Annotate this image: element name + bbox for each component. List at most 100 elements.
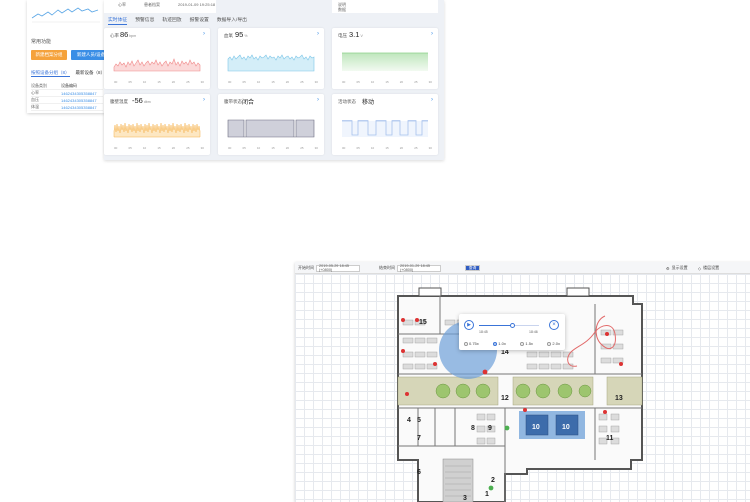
activity-status-chart [342, 120, 428, 137]
section-title: 常用功能 [31, 39, 52, 45]
tick-label: 20 [171, 146, 176, 150]
tab-data-import-export[interactable]: 数据导入/导出 [217, 16, 247, 25]
metric-value: 移动 [362, 100, 375, 106]
heart-rate-card[interactable]: 心率 86bpm › 00 05 10 15 20 25 30 [104, 28, 210, 89]
room-label: 13 [615, 395, 623, 402]
speed-option[interactable]: 2.0x [547, 341, 560, 346]
chevron-right-icon[interactable]: › [431, 31, 433, 37]
new-device-button[interactable]: 新建人员/设备 [71, 50, 105, 60]
metric-label: 血氧 [224, 33, 233, 38]
tick-label: 30 [200, 80, 204, 84]
x-axis-ticks: 00 05 10 15 20 25 30 [342, 80, 432, 84]
speed-option[interactable]: 1.5x [520, 341, 533, 346]
room-label: 6 [417, 469, 421, 476]
floor-settings-button[interactable]: ◇ 楼层设置 [698, 265, 719, 271]
tick-label: 00 [342, 80, 346, 84]
tick-label: 25 [414, 146, 418, 150]
belt-status-chart [227, 119, 315, 138]
table-row[interactable]: 心率 1462434305358847 [31, 90, 103, 97]
display-settings-button[interactable]: ⚙ 显示设置 [666, 265, 688, 271]
tick-label: 00 [114, 80, 118, 84]
play-icon[interactable]: ▶ [464, 320, 474, 330]
end-time-input[interactable]: 2019-01-29 18:45 (+0800) [397, 264, 441, 272]
spo2-card[interactable]: 血氧 95% › 00 05 10 15 20 25 30 [218, 28, 324, 89]
tick-label: 25 [300, 146, 304, 150]
voltage-chart [342, 52, 428, 71]
metric-value: 95% [235, 30, 248, 39]
chevron-right-icon[interactable]: › [317, 97, 319, 103]
close-icon[interactable]: × [549, 320, 559, 330]
playback-progress [479, 325, 512, 326]
gear-icon: ⚙ [666, 265, 670, 271]
new-group-button[interactable]: 新建档案分组 [31, 50, 67, 60]
playback-handle[interactable] [509, 323, 515, 328]
metric-value: 闭合 [242, 100, 255, 106]
tab-alarm-settings[interactable]: 报警设置 [190, 16, 209, 25]
end-time-field: 结束时间 2019-01-29 18:45 (+0800) [379, 264, 441, 272]
table-cell: 心率 [31, 90, 39, 95]
activity-status-card[interactable]: 活动状态 移动 › 00 05 10 15 20 25 30 [332, 94, 438, 155]
table-cell-link[interactable]: 1462434305358847 [61, 98, 97, 103]
tick-label: 25 [186, 146, 190, 150]
tick-label: 25 [186, 80, 190, 84]
voltage-card[interactable]: 电压 3.1V › 00 05 10 15 20 25 30 [332, 28, 438, 89]
query-field: 查询 [463, 264, 480, 272]
speed-option[interactable]: 0.75x [464, 341, 479, 346]
chevron-right-icon[interactable]: › [203, 97, 205, 103]
header-cell: 设备编码 [61, 83, 77, 88]
room-label: 3 [463, 495, 467, 502]
tab-latest-devices[interactable]: 最新设备（8） [76, 70, 106, 77]
table-cell-link[interactable]: 1462434305358847 [61, 91, 97, 96]
tick-label: 30 [428, 80, 432, 84]
room-label: 8 [471, 425, 475, 432]
playback-popup: ▶ 18:45 18:46 × 0.75x 1.0x 1.5x 2.0x [459, 314, 565, 350]
room-label: 9 [488, 425, 492, 432]
chevron-right-icon[interactable]: › [203, 31, 205, 37]
tab-group-devices[interactable]: 按照设备分组（8） [31, 70, 70, 77]
start-time-input[interactable]: 2019-05-29 18:45 (+0800) [316, 264, 360, 272]
tab-alerts[interactable]: 预警信息 [135, 16, 154, 25]
dashboard-tabs: 实时体征 预警信息 轨迹回放 报警设置 数据导入/导出 [108, 16, 247, 25]
metric-label: 腹壁温度 [110, 99, 128, 104]
table-row[interactable]: 血压 1462434305358847 [31, 97, 103, 104]
header-text: 2019-01-09 19:25:18 [178, 2, 216, 7]
belt-status-card[interactable]: 腹带状态 闭合 › 00 05 10 15 20 25 30 [218, 94, 324, 155]
room-label: 7 [417, 435, 421, 442]
chevron-right-icon[interactable]: › [317, 31, 319, 37]
x-axis-ticks: 00 05 10 15 20 25 30 [114, 146, 204, 150]
room-label: 14 [501, 349, 509, 356]
chevron-right-icon[interactable]: › [431, 97, 433, 103]
abdominal-temp-card[interactable]: 腹壁温度 -56dbm › 00 05 10 15 20 25 30 [104, 94, 210, 155]
tick-label: 10 [370, 146, 375, 150]
playback-toolbar: 开始时间 2019-05-29 18:45 (+0800) 结束时间 2019-… [295, 262, 750, 274]
end-time-label: 结束时间 [379, 265, 395, 270]
room-label: 5 [417, 417, 421, 424]
table-row[interactable]: 体温 1462434305358847 [31, 104, 103, 111]
table-cell-link[interactable]: 1462434305358847 [61, 105, 97, 110]
tick-label: 20 [171, 80, 176, 84]
tick-label: 20 [285, 146, 290, 150]
metric-label: 电压 [338, 33, 347, 38]
room-label: 1 [485, 491, 489, 498]
playback-start-time: 18:45 [479, 330, 488, 334]
tick-label: 30 [314, 80, 318, 84]
tick-label: 30 [428, 146, 432, 150]
playback-slider[interactable] [479, 323, 539, 328]
tick-label: 10 [256, 146, 261, 150]
display-settings-label: 显示设置 [671, 265, 688, 270]
floorplan-canvas[interactable]: 15 14 13 12 11 10 10 9 8 7 6 5 4 3 2 1 ▶ [295, 274, 750, 502]
tick-label: 15 [271, 146, 275, 150]
room-label: 15 [419, 319, 427, 326]
query-button[interactable]: 查询 [465, 265, 480, 271]
header-text: 患者档案 [144, 2, 160, 7]
x-axis-ticks: 00 05 10 15 20 25 30 [114, 80, 204, 84]
x-axis-ticks: 00 05 10 15 20 25 30 [342, 146, 432, 150]
mini-line-chart [31, 7, 100, 23]
floor-map[interactable]: 15 14 13 12 11 10 10 9 8 7 6 5 4 3 2 1 [295, 274, 750, 502]
dashboard-header: 心率 患者档案 2019-01-09 19:25:18 说明 数据 [104, 0, 444, 14]
speed-option[interactable]: 1.0x [493, 341, 506, 346]
tab-track-playback[interactable]: 轨迹回放 [162, 16, 181, 25]
tab-realtime-vitals[interactable]: 实时体征 [108, 16, 128, 25]
tick-label: 25 [414, 80, 418, 84]
tick-label: 25 [300, 80, 304, 84]
